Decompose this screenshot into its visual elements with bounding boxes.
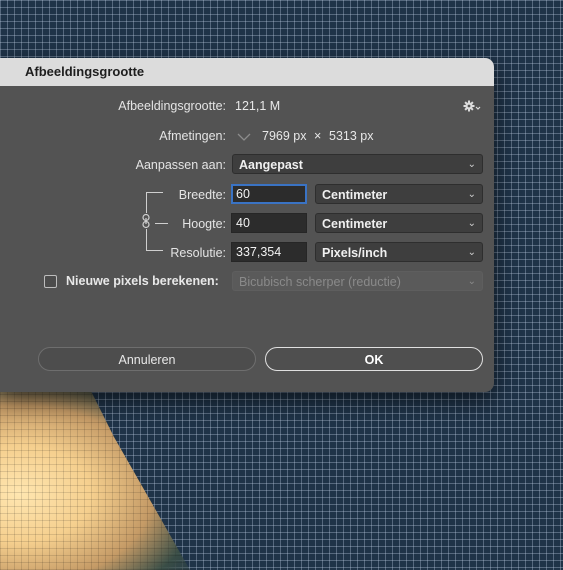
chevron-down-icon: ⌄: [467, 218, 476, 229]
image-size-dialog: Afbeeldingsgrootte Afbeeldingsgrootte: 1…: [0, 58, 494, 392]
chevron-down-icon: ⌄: [467, 159, 476, 170]
chevron-down-icon: ⌄: [467, 189, 476, 200]
resolution-unit-select[interactable]: Pixels/inch ⌄: [315, 242, 483, 262]
dimensions-height: 5313 px: [329, 129, 374, 143]
dimensions-width: 7969 px: [262, 129, 307, 143]
height-label: Hoogte:: [182, 217, 226, 231]
chevron-down-icon: ⌄: [467, 247, 476, 258]
image-size-label: Afbeeldingsgrootte:: [118, 99, 226, 113]
chevron-down-icon[interactable]: [235, 130, 253, 144]
height-unit-value: Centimeter: [322, 217, 388, 231]
resample-method-select: Bicubisch scherper (reductie) ⌄: [232, 271, 483, 291]
resolution-unit-value: Pixels/inch: [322, 246, 388, 260]
dimensions-times: ×: [314, 129, 322, 143]
width-label: Breedte:: [178, 188, 226, 202]
chevron-down-icon: ⌄: [467, 276, 476, 287]
cancel-button[interactable]: Annuleren: [38, 347, 256, 371]
dimensions-label: Afmetingen:: [159, 129, 226, 143]
height-unit-select[interactable]: Centimeter ⌄: [315, 213, 483, 233]
height-input[interactable]: 40: [231, 213, 307, 233]
resample-checkbox[interactable]: [44, 275, 57, 288]
fit-to-label: Aanpassen aan:: [135, 158, 226, 172]
resolution-label: Resolutie:: [170, 246, 226, 260]
fit-to-select[interactable]: Aangepast ⌄: [232, 154, 483, 174]
canvas-image-background: [0, 380, 190, 570]
ok-button[interactable]: OK: [265, 347, 483, 371]
width-input[interactable]: 60: [231, 184, 307, 204]
resample-method-value: Bicubisch scherper (reductie): [239, 275, 401, 289]
resolution-input[interactable]: 337,354: [231, 242, 307, 262]
gear-icon[interactable]: [462, 98, 482, 114]
dialog-title: Afbeeldingsgrootte: [0, 58, 494, 86]
width-unit-select[interactable]: Centimeter ⌄: [315, 184, 483, 204]
image-size-value: 121,1 M: [235, 99, 281, 113]
fit-to-value: Aangepast: [239, 158, 303, 172]
width-unit-value: Centimeter: [322, 188, 388, 202]
resample-label: Nieuwe pixels berekenen:: [66, 274, 219, 288]
